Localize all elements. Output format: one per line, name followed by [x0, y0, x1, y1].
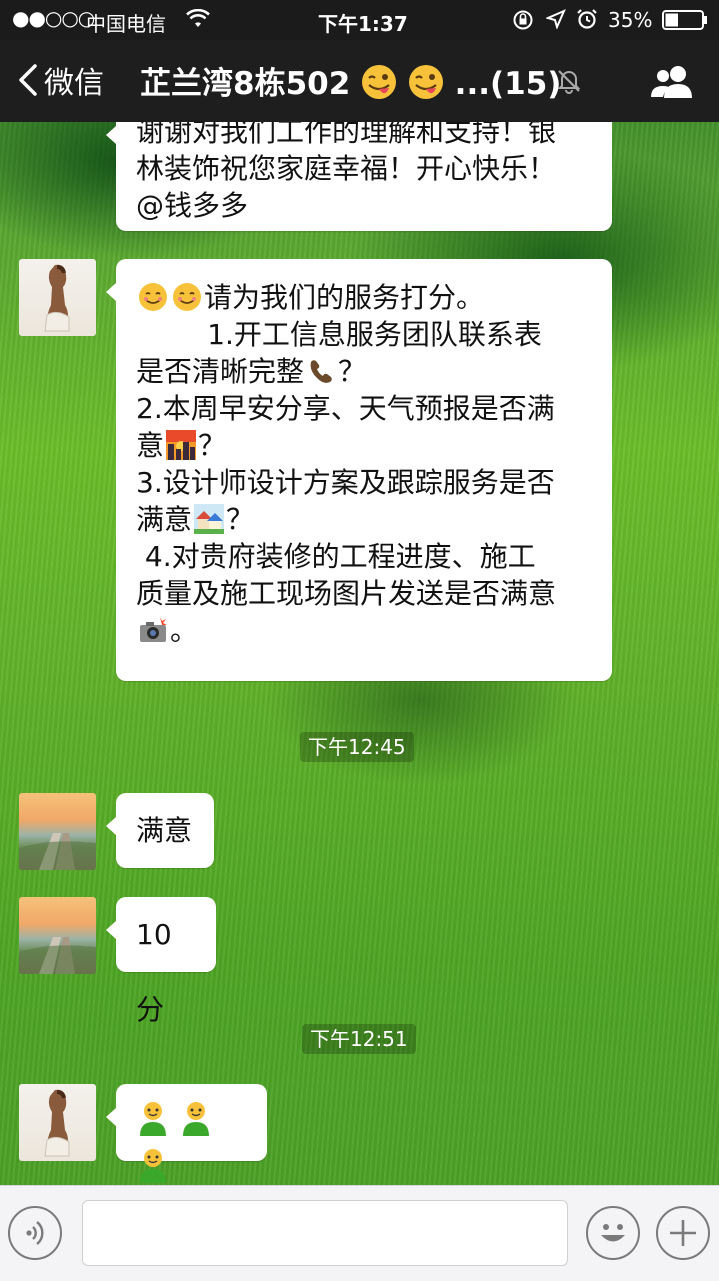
- back-button[interactable]: 微信: [18, 60, 104, 101]
- message-bubble[interactable]: 请为我们的服务打分。 1.开工信息服务团队联系表 是否清晰完整 ？ 2.本周早安分…: [106, 259, 612, 681]
- message-input[interactable]: [82, 1200, 568, 1266]
- smile-emoji: [139, 283, 167, 311]
- message-line: 质量及施工现场图片发送是否满意: [136, 577, 557, 610]
- status-bar: ●●○○○ 中国电信 下午1:37 35%: [0, 0, 719, 40]
- wifi-icon: [186, 8, 210, 34]
- houses-emoji: [194, 504, 225, 534]
- emoji-button[interactable]: [586, 1206, 640, 1260]
- avatar[interactable]: [19, 259, 96, 336]
- sunset-city-emoji: [166, 430, 197, 460]
- chat-title-text: 芷兰湾8栋502: [140, 66, 351, 102]
- chat-title: 芷兰湾8栋502 ...(15): [140, 58, 561, 103]
- message-line: @钱多多: [136, 189, 249, 222]
- input-toolbar: [0, 1185, 719, 1281]
- avatar[interactable]: [19, 1084, 96, 1161]
- emoji-icon: [601, 1224, 625, 1242]
- message-bubble[interactable]: 谢谢对我们工作的理解和支持！银 林装饰祝您家庭幸福！开心快乐！ @钱多多: [106, 122, 612, 231]
- message-line: 是否清晰完整: [136, 355, 305, 388]
- message-bubble[interactable]: 满意: [106, 793, 214, 868]
- battery-percent: 35%: [608, 8, 653, 32]
- mute-bell-icon: [556, 68, 582, 98]
- message-line: ？: [338, 355, 367, 388]
- message-line: 4.对贵府装修的工程进度、施工: [136, 540, 536, 573]
- more-button[interactable]: [656, 1206, 710, 1260]
- avatar[interactable]: [19, 793, 96, 870]
- message-line: 。: [170, 614, 199, 647]
- message-bubble[interactable]: 10分: [106, 897, 216, 1026]
- message-line: 满意: [136, 503, 193, 536]
- carrier-label: 中国电信: [86, 12, 166, 36]
- signal-strength: ●●○○○: [12, 6, 95, 30]
- group-members-icon: [651, 66, 692, 98]
- tongue-wink-emoji: [362, 65, 397, 99]
- navigation-bar: 微信 芷兰湾8栋502 ...(15): [0, 40, 719, 122]
- location-icon: [545, 9, 566, 34]
- back-label: 微信: [44, 66, 104, 101]
- message-text: 满意: [136, 814, 193, 847]
- message-line: 请为我们的服务打分。: [204, 281, 485, 314]
- status-time: 下午1:37: [318, 12, 408, 36]
- message-text: 10分: [136, 918, 172, 1026]
- alarm-icon: [576, 8, 598, 35]
- timestamp: 下午12:51: [302, 1024, 416, 1054]
- avatar[interactable]: [19, 897, 96, 974]
- green-man-emoji: [182, 1102, 209, 1136]
- message-line: ？: [198, 429, 227, 462]
- smile-emoji: [173, 283, 201, 311]
- battery-icon: [662, 10, 708, 35]
- green-man-emoji: [140, 1102, 166, 1136]
- plus-icon: [670, 1220, 696, 1246]
- rotation-lock-icon: [512, 9, 534, 36]
- timestamp: 下午12:45: [300, 732, 414, 762]
- camera-flash-emoji: [140, 617, 167, 642]
- message-line: 2.本周早安分享、天气预报是否满: [136, 392, 555, 425]
- message-line: 林装饰祝您家庭幸福！开心快乐！: [136, 152, 557, 185]
- group-members-button[interactable]: [648, 64, 696, 104]
- voice-button[interactable]: [8, 1206, 62, 1260]
- message-line: 谢谢对我们工作的理解和支持！银: [136, 122, 557, 148]
- message-line: 意: [136, 429, 165, 462]
- message-line: ？: [226, 503, 255, 536]
- back-chevron-icon: [19, 64, 37, 96]
- chat-title-suffix: ...(15): [454, 66, 562, 102]
- message-line: 1.开工信息服务团队联系表: [136, 318, 542, 351]
- green-man-emoji: [140, 1149, 166, 1183]
- chat-message-list[interactable]: 谢谢对我们工作的理解和支持！银 林装饰祝您家庭幸福！开心快乐！ @钱多多 请为我…: [0, 122, 719, 1185]
- message-bubble[interactable]: [106, 1084, 267, 1183]
- message-line: 3.设计师设计方案及跟踪服务是否: [136, 466, 555, 499]
- voice-icon: [26, 1221, 44, 1245]
- telephone-emoji: [310, 360, 332, 383]
- tongue-wink-emoji: [408, 65, 443, 99]
